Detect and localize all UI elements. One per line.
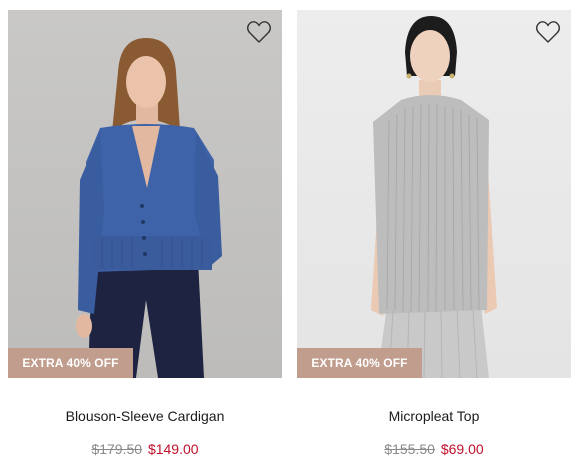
product-name[interactable]: Micropleat Top	[297, 408, 571, 424]
wishlist-button[interactable]	[535, 20, 561, 44]
product-image[interactable]: EXTRA 40% OFF	[8, 10, 282, 378]
sale-price: $69.00	[440, 441, 484, 457]
product-name[interactable]: Blouson-Sleeve Cardigan	[8, 408, 282, 424]
product-image[interactable]: EXTRA 40% OFF	[297, 10, 571, 378]
price-row: $155.50 $69.00	[297, 441, 571, 457]
heart-outline-icon	[247, 21, 271, 43]
sale-price: $149.00	[147, 441, 199, 457]
original-price: $179.50	[91, 441, 143, 457]
discount-badge: EXTRA 40% OFF	[297, 348, 422, 378]
product-photo-pleated-top	[371, 16, 497, 378]
discount-badge: EXTRA 40% OFF	[8, 348, 133, 378]
product-photo-cardigan	[76, 38, 222, 378]
heart-outline-icon	[536, 21, 560, 43]
product-card[interactable]: EXTRA 40% OFF Micropleat Top $155.50 $69…	[297, 10, 571, 457]
original-price: $155.50	[384, 441, 435, 457]
product-card[interactable]: EXTRA 40% OFF Blouson-Sleeve Cardigan $1…	[8, 10, 282, 457]
wishlist-button[interactable]	[246, 20, 272, 44]
price-row: $179.50 $149.00	[8, 441, 282, 457]
